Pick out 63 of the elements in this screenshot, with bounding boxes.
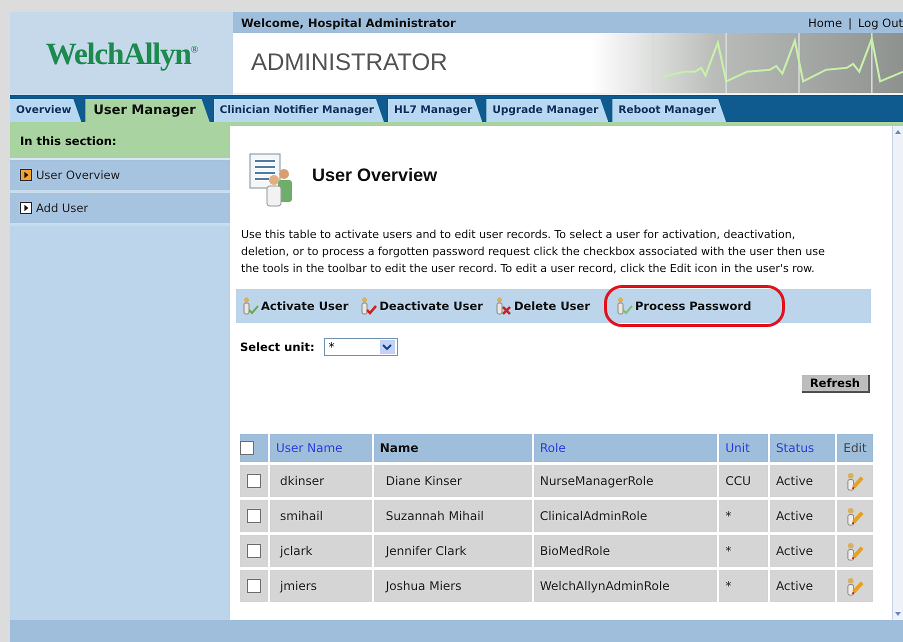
- toolbar-button[interactable]: Activate User: [240, 297, 354, 315]
- checkbox[interactable]: [247, 509, 261, 524]
- refresh-button[interactable]: Refresh: [802, 375, 870, 393]
- brand-logo: WelchAllyn$^{®}$: [46, 36, 198, 72]
- user-check-icon: [616, 297, 633, 315]
- column-header: Edit: [843, 441, 867, 455]
- table-cell: *: [725, 544, 732, 558]
- table-cell: Active: [776, 474, 814, 488]
- description-text: Use this table to activate users and to edit user records. To select a user for activation, deactivation, deletion, or to process a forgotten password request click the checkbox associated with the user then use the tools in the toolbar to edit the user record. To edit a user record, click the Edit icon in the user's row.: [241, 227, 826, 277]
- column-header[interactable]: Name: [380, 441, 418, 455]
- table-cell: Diane Kinser: [386, 474, 462, 488]
- toolbar-button[interactable]: Deactivate User: [358, 297, 489, 315]
- unit-label: Select unit:: [240, 340, 315, 354]
- table-cell: ClinicalAdminRole: [540, 509, 648, 523]
- table-cell: *: [725, 509, 732, 523]
- toolbar-button[interactable]: Process Password: [614, 297, 758, 315]
- scroll-up-icon[interactable]: [894, 129, 902, 135]
- table-cell: NurseManagerRole: [540, 474, 654, 488]
- checkbox[interactable]: [240, 441, 254, 456]
- table-cell: Joshua Miers: [386, 579, 462, 593]
- table-cell: *: [725, 579, 732, 593]
- nav-tab[interactable]: Reboot Manager: [612, 99, 726, 122]
- sidebar-item[interactable]: User Overview: [10, 160, 230, 193]
- table-cell: Active: [776, 544, 814, 558]
- edit-pencil-icon[interactable]: [846, 506, 864, 526]
- toolbar-button[interactable]: Delete User: [492, 297, 596, 315]
- table-cell: BioMedRole: [540, 544, 610, 558]
- table-cell: Active: [776, 509, 814, 523]
- table-cell: Jennifer Clark: [386, 544, 466, 558]
- sidebar-item[interactable]: Add User: [10, 193, 230, 226]
- user-check-icon: [242, 297, 259, 315]
- checkbox[interactable]: [247, 544, 261, 558]
- user-delete-icon: [494, 297, 512, 315]
- nav-tab[interactable]: Overview: [10, 99, 82, 122]
- scroll-down-icon[interactable]: [894, 611, 902, 617]
- page-title: User Overview: [312, 164, 438, 186]
- welcome-text: Welcome, Hospital Administrator: [241, 16, 456, 30]
- unit-dropdown[interactable]: *: [324, 338, 398, 356]
- sidebar-heading: In this section:: [10, 126, 230, 160]
- table-cell: WelchAllynAdminRole: [540, 579, 670, 593]
- table-cell: jclark: [280, 544, 313, 558]
- edit-pencil-icon[interactable]: [846, 472, 864, 490]
- scrollbar[interactable]: [892, 126, 903, 620]
- nav-tab[interactable]: Clinician Notifier Manager: [214, 99, 384, 122]
- app-title: ADMINISTRATOR: [250, 49, 448, 77]
- user-check-icon: [360, 297, 378, 315]
- edit-pencil-icon[interactable]: [846, 542, 864, 560]
- table-cell: smihail: [280, 509, 323, 523]
- header-link[interactable]: Log Out: [858, 16, 903, 30]
- edit-pencil-icon[interactable]: [846, 576, 864, 596]
- table-cell: jmiers: [280, 579, 317, 593]
- separator-text: |: [848, 16, 852, 30]
- header-link[interactable]: Home: [808, 16, 842, 30]
- table-cell: dkinser: [280, 474, 324, 488]
- checkbox[interactable]: [247, 474, 261, 488]
- nav-tab[interactable]: HL7 Manager: [388, 99, 482, 122]
- table-cell: Active: [776, 579, 814, 593]
- column-header[interactable]: Role: [540, 441, 566, 455]
- nav-tab[interactable]: Upgrade Manager: [486, 99, 608, 122]
- nav-tab[interactable]: User Manager: [85, 99, 210, 122]
- checkbox[interactable]: [247, 579, 261, 594]
- table-cell: Suzannah Mihail: [386, 509, 484, 523]
- table-cell: CCU: [725, 474, 751, 488]
